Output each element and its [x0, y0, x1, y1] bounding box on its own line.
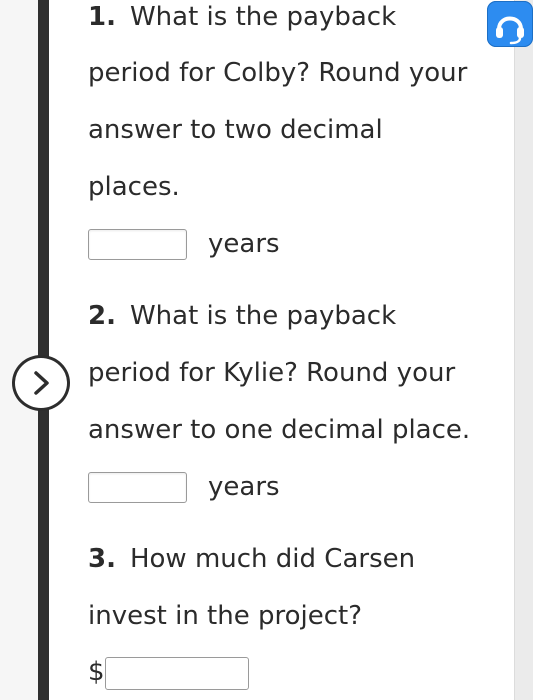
question-1-line-2: period for Colby? Round your	[88, 58, 468, 88]
question-1-answer-input[interactable]	[88, 229, 187, 260]
question-2-line-3: answer to one decimal place.	[88, 415, 471, 445]
left-rail	[0, 0, 38, 700]
scrollbar-track[interactable]	[514, 0, 533, 700]
help-button[interactable]	[487, 1, 533, 47]
question-1-number: 1.	[88, 2, 116, 32]
left-divider-bar	[38, 0, 49, 700]
question-2-number: 2.	[88, 301, 116, 331]
expand-panel-button[interactable]	[12, 355, 70, 411]
question-3-line-1: 3. How much did Carsen	[88, 542, 415, 576]
question-3-line-2: invest in the project?	[88, 601, 363, 631]
question-3-number: 3.	[88, 544, 116, 574]
question-2-text: What is the payback	[129, 301, 397, 331]
question-2-line-2: period for Kylie? Round your	[88, 358, 456, 388]
question-2-answer-input[interactable]	[88, 472, 187, 503]
question-3-currency-symbol: $	[88, 657, 105, 687]
question-3-text: How much did Carsen	[129, 544, 416, 574]
question-1-line-1: 1. What is the payback	[88, 0, 396, 34]
question-1-unit: years	[208, 229, 280, 259]
question-2-line-1: 2. What is the payback	[88, 299, 396, 333]
question-3-answer-input[interactable]	[105, 657, 249, 690]
question-1-line-3: answer to two decimal	[88, 115, 383, 145]
question-1-line-4: places.	[88, 172, 180, 202]
question-1-text: What is the payback	[129, 2, 397, 32]
question-panel	[49, 0, 514, 700]
question-2-unit: years	[208, 472, 280, 502]
